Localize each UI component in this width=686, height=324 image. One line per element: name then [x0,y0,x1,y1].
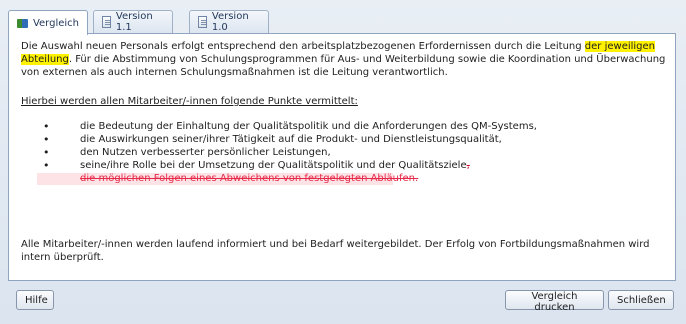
tab-label: Version 1.1 [115,11,153,33]
document-icon [102,16,111,28]
tab-version-1-0[interactable]: Version 1.0 [189,10,269,33]
deleted-comma: , [466,160,470,171]
intro-text: Die Auswahl neuen Personals erfolgt ents… [21,41,585,52]
section-heading: Hierbei werden allen Mitarbeiter/-innen … [21,96,358,107]
list-item-text: die Auswirkungen seiner/ihrer Tätigkeit … [80,134,502,145]
tab-bar: Vergleich Version 1.1 Version 1.0 [8,10,676,35]
tab-label: Version 1.0 [211,11,249,33]
closing-paragraph: Alle Mitarbeiter/-innen werden laufend i… [21,239,650,263]
deleted-item-text: die möglichen Folgen eines Abweichens vo… [80,173,419,184]
comparison-content: Die Auswahl neuen Personals erfolgt ents… [8,33,676,281]
dialog-footer: Hilfe Vergleich drucken Schließen [8,281,676,317]
list-item: die Auswirkungen seiner/ihrer Tätigkeit … [21,133,667,146]
compare-icon [17,17,28,30]
tab-label: Vergleich [32,17,79,29]
list-item-text: seine/ihre Rolle bei der Umsetzung der Q… [80,160,467,171]
tab-comparison[interactable]: Vergleich [8,10,88,35]
help-button[interactable]: Hilfe [16,290,54,310]
list-item: seine/ihre Rolle bei der Umsetzung der Q… [21,159,667,172]
tab-version-1-1[interactable]: Version 1.1 [93,10,173,33]
list-item: die Bedeutung der Einhaltung der Qualitä… [21,120,667,133]
close-button[interactable]: Schließen [608,290,674,310]
intro-text-end: . Für die Abstimmung von Schulungsprogra… [21,54,666,78]
print-comparison-button[interactable]: Vergleich drucken [505,290,604,313]
list-item-text: die Bedeutung der Einhaltung der Qualitä… [80,121,537,132]
deleted-list-item: die möglichen Folgen eines Abweichens vo… [21,172,667,185]
points-list: die Bedeutung der Einhaltung der Qualitä… [21,120,667,185]
intro-paragraph: Die Auswahl neuen Personals erfolgt ents… [21,40,667,79]
document-icon [198,16,207,28]
list-item: den Nutzen verbesserter persönlicher Lei… [21,146,667,159]
comparison-dialog: Vergleich Version 1.1 Version 1.0 Die Au… [0,0,686,324]
list-item-text: den Nutzen verbesserter persönlicher Lei… [80,147,331,158]
